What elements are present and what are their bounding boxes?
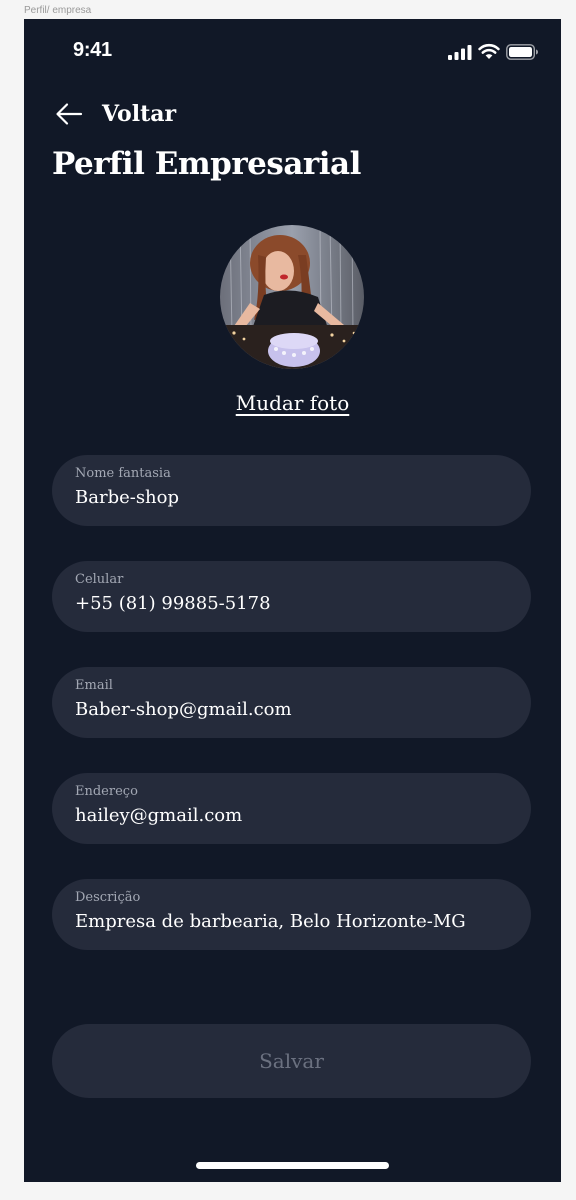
description-input[interactable]: [75, 911, 515, 932]
avatar[interactable]: [220, 225, 364, 369]
trade-name-input[interactable]: [75, 487, 515, 508]
phone-input[interactable]: [75, 593, 515, 614]
back-button[interactable]: Voltar: [54, 99, 176, 129]
email-field[interactable]: Email: [52, 667, 531, 738]
address-field[interactable]: Endereço: [52, 773, 531, 844]
change-photo-link[interactable]: Mudar foto: [24, 391, 561, 415]
field-label: Email: [75, 678, 113, 693]
phone-screen: 9:41 Voltar Perfil Empresarial Mudar fot…: [24, 19, 561, 1182]
home-indicator[interactable]: [196, 1162, 389, 1169]
field-label: Nome fantasia: [75, 466, 171, 481]
field-label: Endereço: [75, 784, 138, 799]
battery-icon: [506, 43, 539, 60]
frame-label: Perfil/ empresa: [24, 5, 92, 16]
phone-field[interactable]: Celular: [52, 561, 531, 632]
status-time: 9:41: [73, 39, 112, 61]
description-field[interactable]: Descrição: [52, 879, 531, 950]
trade-name-field[interactable]: Nome fantasia: [52, 455, 531, 526]
back-label: Voltar: [102, 101, 177, 127]
arrow-left-icon: [54, 99, 84, 129]
save-button[interactable]: Salvar: [52, 1024, 531, 1098]
email-input[interactable]: [75, 699, 515, 720]
address-input[interactable]: [75, 805, 515, 826]
page-title: Perfil Empresarial: [52, 146, 361, 182]
status-icons: [448, 43, 539, 60]
wifi-icon: [478, 43, 500, 60]
field-label: Descrição: [75, 890, 141, 905]
field-label: Celular: [75, 572, 124, 587]
cellular-signal-icon: [448, 44, 472, 60]
